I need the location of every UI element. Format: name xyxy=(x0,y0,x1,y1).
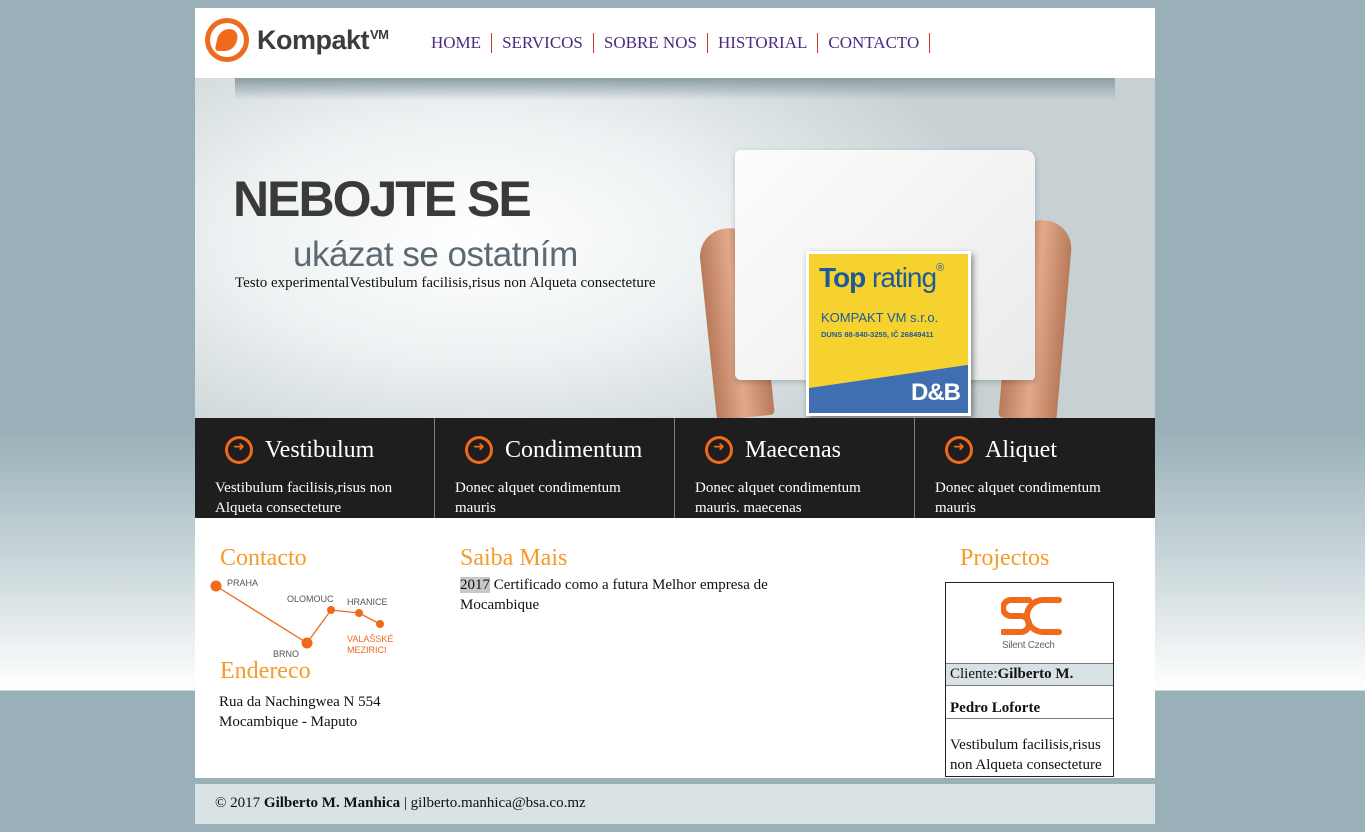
logo-caption: Silent Czech xyxy=(1002,640,1055,651)
badge-duns: DUNS 88-840-3255, IČ 26849411 xyxy=(821,330,934,339)
top-rating-badge: Top rating® KOMPAKT VM s.r.o. DUNS 88-84… xyxy=(806,251,971,416)
arrow-right-icon xyxy=(945,436,973,464)
arrow-right-icon xyxy=(705,436,733,464)
feature-text: Donec alquet condimentum mauris xyxy=(455,480,621,516)
feature-title: Aliquet xyxy=(985,436,1057,463)
map-label-brno: BRNO xyxy=(273,649,299,658)
hero-subtitle: ukázat se ostatním xyxy=(293,235,578,274)
feature-text: Donec alquet condimentum mauris. maecena… xyxy=(695,480,861,516)
address-line-1: Rua da Nachingwea N 554 xyxy=(219,694,381,710)
hero-text: Testo experimentalVestibulum facilisis,r… xyxy=(235,275,656,291)
project-client: Cliente:Gilberto M. xyxy=(946,663,1113,685)
project-description: Vestibulum facilisis,risus non Alqueta c… xyxy=(946,718,1113,776)
features-bar: Vestibulum Vestibulum facilisis,risus no… xyxy=(195,418,1155,518)
feature-title: Condimentum xyxy=(505,436,643,463)
hero-title: NEBOJTE SE xyxy=(233,171,532,227)
saiba-mais-text: 2017 Certificado como a futura Melhor em… xyxy=(460,577,768,613)
feature-maecenas[interactable]: Maecenas Donec alquet condimentum mauris… xyxy=(675,418,915,518)
feature-vestibulum[interactable]: Vestibulum Vestibulum facilisis,risus no… xyxy=(195,418,435,518)
db-logo: D&B xyxy=(911,379,961,406)
saiba-mais-title: Saiba Mais xyxy=(460,545,568,571)
feature-condimentum[interactable]: Condimentum Donec alquet condimentum mau… xyxy=(435,418,675,518)
feature-title: Maecenas xyxy=(745,436,841,463)
logo-text: KompaktVM xyxy=(257,24,389,55)
project-client-name: Pedro Loforte xyxy=(946,685,1113,718)
map-label-olomouc: OLOMOUC xyxy=(287,594,334,604)
address-block: Rua da Nachingwea N 554 Mocambique - Map… xyxy=(219,692,381,732)
hero-shadow xyxy=(235,78,1115,100)
nav-sobre-nos[interactable]: SOBRE NOS xyxy=(594,33,708,53)
address-line-2: Mocambique - Maputo xyxy=(219,714,358,730)
nav-home[interactable]: HOME xyxy=(423,33,493,53)
silent-czech-logo-icon xyxy=(1001,597,1062,635)
site-footer: © 2017 Gilberto M. Manhica | gilberto.ma… xyxy=(195,784,1155,824)
content-area: Contacto PRAHA OLOMOUC HRANICE BRNO VALA… xyxy=(195,518,1155,778)
feature-text: Donec alquet condimentum mauris xyxy=(935,480,1101,516)
map-label-hranice: HRANICE xyxy=(347,597,388,607)
badge-title: Top rating® xyxy=(819,262,944,293)
year-highlight: 2017 xyxy=(460,577,490,593)
hero-banner: NEBOJTE SE ukázat se ostatním Testo expe… xyxy=(195,78,1155,418)
feature-text: Vestibulum facilisis,risus non Alqueta c… xyxy=(215,480,393,516)
map-label-valasske: VALAŠSKÉ xyxy=(347,634,393,644)
nav-servicos[interactable]: SERVICOS xyxy=(492,33,594,53)
feature-aliquet[interactable]: Aliquet Donec alquet condimentum mauris xyxy=(915,418,1153,518)
address-title: Endereco xyxy=(220,658,311,684)
kompakt-logo[interactable]: KompaktVM xyxy=(205,18,389,62)
nav-contacto[interactable]: CONTACTO xyxy=(818,33,931,53)
footer-author: Gilberto M. Manhica xyxy=(263,795,401,811)
map-label-praha: PRAHA xyxy=(227,578,258,588)
page-container: KompaktVM HOME SERVICOS SOBRE NOS HISTOR… xyxy=(195,8,1155,778)
project-card[interactable]: Silent Czech Cliente:Gilberto M. Pedro L… xyxy=(945,582,1114,777)
map-label-mezirici: MEZIRICI xyxy=(347,645,387,655)
site-header: KompaktVM HOME SERVICOS SOBRE NOS HISTOR… xyxy=(195,8,1155,78)
nav-historial[interactable]: HISTORIAL xyxy=(708,33,819,53)
main-nav: HOME SERVICOS SOBRE NOS HISTORIAL CONTAC… xyxy=(423,33,931,53)
kompakt-logo-icon xyxy=(205,18,249,62)
footer-email[interactable]: gilberto.manhica@bsa.co.mz xyxy=(411,795,586,811)
projects-title: Projectos xyxy=(960,545,1050,571)
arrow-right-icon xyxy=(225,436,253,464)
route-map: PRAHA OLOMOUC HRANICE BRNO VALAŠSKÉ MEZI… xyxy=(210,578,393,658)
badge-company: KOMPAKT VM s.r.o. xyxy=(821,310,939,325)
contact-title: Contacto xyxy=(220,545,307,571)
arrow-right-icon xyxy=(465,436,493,464)
silent-czech-logo: Silent Czech xyxy=(946,583,1113,663)
feature-title: Vestibulum xyxy=(265,436,375,463)
